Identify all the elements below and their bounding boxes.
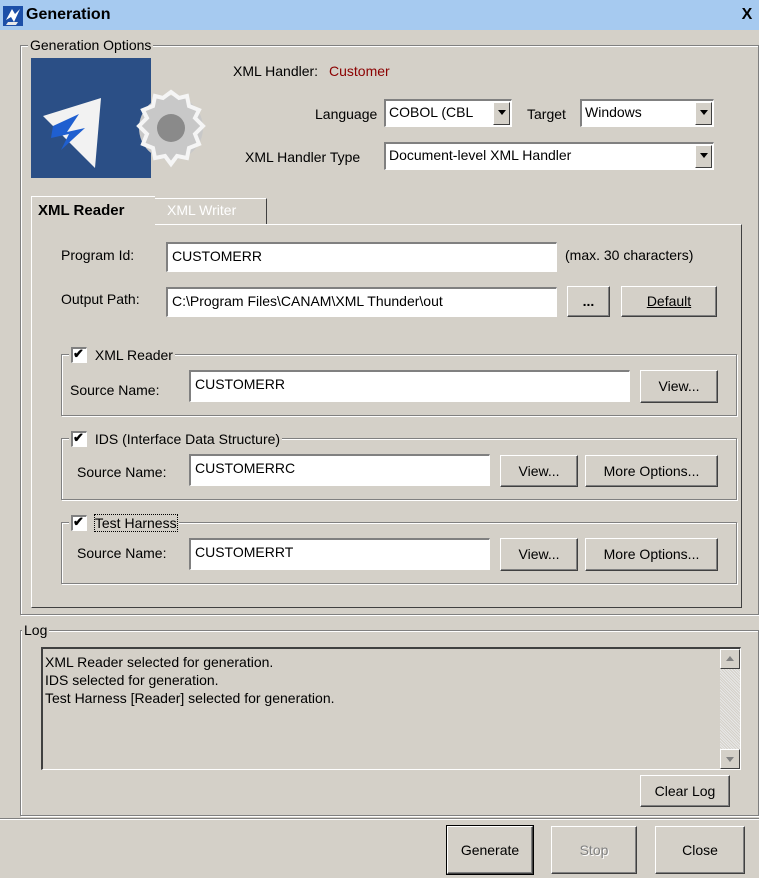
window-title: Generation	[26, 6, 111, 23]
language-label: Language	[315, 106, 378, 122]
language-select-value: COBOL (CBL	[389, 104, 474, 120]
test-harness-source-label: Source Name:	[77, 545, 167, 561]
log-line: XML Reader selected for generation.	[45, 654, 274, 670]
footer-separator	[0, 818, 759, 820]
xml-reader-checkbox[interactable]	[71, 346, 87, 363]
ids-checkbox[interactable]	[71, 430, 87, 447]
log-line: Test Harness [Reader] selected for gener…	[45, 690, 335, 706]
log-line: IDS selected for generation.	[45, 672, 219, 688]
scroll-up-icon[interactable]	[720, 649, 740, 669]
xml-reader-source-label: Source Name:	[70, 382, 160, 398]
test-harness-section-header: Test Harness	[69, 512, 179, 532]
tab-xml-reader[interactable]: XML Reader	[31, 196, 155, 226]
clear-log-button[interactable]: Clear Log	[640, 775, 730, 807]
ids-section-title: IDS (Interface Data Structure)	[94, 431, 281, 447]
xml-reader-source-input[interactable]: CUSTOMERR	[189, 370, 630, 402]
generate-button-label: Generate	[460, 842, 520, 858]
default-button[interactable]: Default	[621, 286, 717, 317]
clear-log-label: Clear Log	[654, 783, 716, 799]
close-button[interactable]: Close	[655, 826, 745, 874]
handler-type-select[interactable]: Document-level XML Handler	[384, 142, 714, 170]
test-harness-more-options-button[interactable]: More Options...	[585, 538, 718, 571]
xml-thunder-logo	[31, 58, 215, 178]
close-button-label: Close	[682, 842, 718, 858]
log-scrollbar[interactable]	[720, 649, 740, 769]
ids-view-label: View...	[518, 463, 560, 479]
ids-source-input[interactable]: CUSTOMERRC	[189, 454, 490, 486]
xml-reader-section-header: XML Reader	[69, 344, 175, 364]
ids-view-button[interactable]: View...	[500, 455, 578, 487]
scroll-down-icon[interactable]	[720, 749, 740, 769]
test-harness-source-input[interactable]: CUSTOMERRT	[189, 538, 490, 570]
tab-xml-writer-label: XML Writer	[167, 202, 237, 218]
target-select-value: Windows	[585, 104, 642, 120]
xml-reader-section-title: XML Reader	[94, 347, 173, 363]
language-select[interactable]: COBOL (CBL	[384, 99, 512, 127]
test-harness-section-title: Test Harness	[93, 514, 178, 532]
program-id-hint: (max. 30 characters)	[565, 247, 694, 263]
chevron-down-icon[interactable]	[695, 102, 712, 125]
tab-xml-writer[interactable]: XML Writer	[155, 198, 267, 224]
test-harness-checkbox[interactable]	[71, 514, 87, 531]
output-path-label: Output Path:	[61, 291, 140, 307]
browse-button-label: ...	[582, 293, 595, 309]
generation-dialog: Generation X Generation Options XML Hand…	[0, 0, 759, 878]
close-icon[interactable]: X	[739, 7, 755, 23]
log-label: Log	[22, 622, 50, 638]
chevron-down-icon[interactable]	[695, 145, 712, 168]
target-label: Target	[527, 106, 566, 122]
ids-section-header: IDS (Interface Data Structure)	[69, 428, 283, 448]
test-harness-view-button[interactable]: View...	[500, 538, 578, 571]
generate-button[interactable]: Generate	[446, 825, 534, 875]
app-lightning-icon	[3, 6, 23, 26]
stop-button[interactable]: Stop	[551, 826, 637, 874]
test-harness-view-label: View...	[518, 546, 560, 562]
title-bar: Generation X	[0, 0, 759, 30]
test-harness-more-options-label: More Options...	[603, 546, 700, 562]
handler-type-select-value: Document-level XML Handler	[389, 147, 572, 163]
stop-button-label: Stop	[579, 842, 609, 858]
program-id-input[interactable]: CUSTOMERR	[166, 242, 557, 272]
xml-handler-value: Customer	[329, 63, 390, 79]
chevron-down-icon[interactable]	[493, 102, 510, 125]
ids-more-options-label: More Options...	[603, 463, 700, 479]
target-select[interactable]: Windows	[580, 99, 714, 127]
log-textarea[interactable]: XML Reader selected for generation. IDS …	[41, 647, 741, 770]
xml-reader-view-button[interactable]: View...	[640, 370, 718, 403]
browse-button[interactable]: ...	[567, 286, 610, 317]
generation-options-label: Generation Options	[28, 37, 154, 53]
xml-reader-view-label: View...	[658, 378, 700, 394]
ids-source-label: Source Name:	[77, 464, 167, 480]
handler-type-label: XML Handler Type	[245, 149, 361, 165]
program-id-label: Program Id:	[61, 247, 135, 263]
output-path-input[interactable]: C:\Program Files\CANAM\XML Thunder\out	[166, 287, 557, 317]
tab-xml-reader-label: XML Reader	[38, 202, 125, 219]
ids-more-options-button[interactable]: More Options...	[585, 455, 718, 487]
default-button-label: Default	[646, 293, 692, 309]
xml-handler-label: XML Handler:	[233, 63, 319, 79]
